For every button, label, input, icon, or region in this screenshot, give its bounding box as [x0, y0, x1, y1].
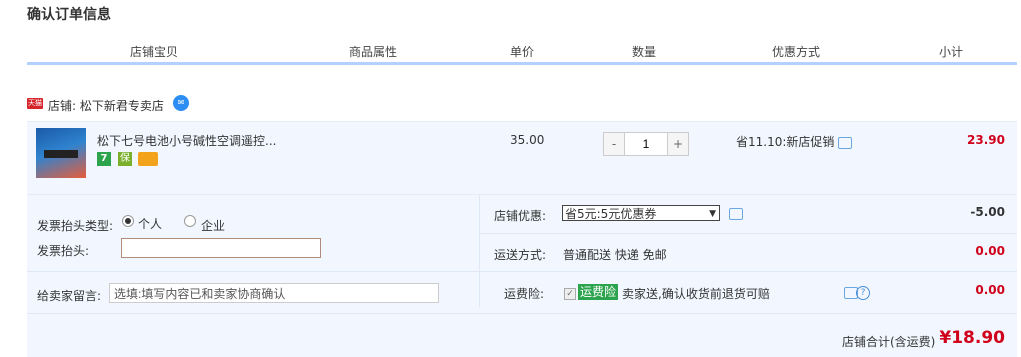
promotion-text: 省11.10:新店促销: [736, 135, 835, 149]
radio-company-label[interactable]: 企业: [201, 217, 225, 234]
order-options-panel: 发票抬头类型: 个人 企业 发票抬头: 给卖家留言: 店铺优惠: 省5元:5元优…: [27, 195, 1017, 357]
product-thumbnail[interactable]: [36, 128, 86, 178]
insurance-amount: 0.00: [975, 283, 1005, 297]
dropdown-arrow-icon: ▼: [709, 209, 716, 219]
shop-discount-amount: -5.00: [970, 205, 1005, 219]
invoice-title-label: 发票抬头:: [37, 244, 90, 258]
invoice-title-input[interactable]: [121, 238, 321, 258]
column-divider: [479, 195, 480, 307]
insurance-label: 运费险:: [504, 287, 545, 301]
divider: [479, 233, 1017, 234]
radio-personal[interactable]: [122, 215, 134, 227]
radio-company[interactable]: [184, 215, 196, 227]
unit-price: 35.00: [510, 133, 545, 147]
quantity-stepper: - +: [603, 132, 689, 156]
chat-bubble-icon[interactable]: ✉: [173, 95, 189, 111]
insurance-checkbox[interactable]: ✓: [564, 288, 576, 300]
item-subtotal: 23.90: [967, 133, 1005, 147]
qty-decrease-button[interactable]: -: [604, 133, 625, 155]
shop-discount-selected: 省5元:5元优惠券: [565, 207, 657, 221]
seven-day-return-icon: 7: [97, 152, 111, 166]
col-header-promo: 优惠方式: [772, 45, 821, 59]
radio-personal-label[interactable]: 个人: [138, 215, 162, 232]
shipping-label: 运送方式:: [494, 248, 547, 262]
insurance-badge: 运费险: [578, 284, 619, 300]
shop-total-label: 店铺合计(含运费): [842, 335, 936, 349]
col-header-qty: 数量: [632, 45, 657, 59]
message-label: 给卖家留言:: [37, 289, 102, 303]
col-header-subtotal: 小计: [939, 45, 964, 59]
quantity-input[interactable]: [625, 133, 667, 155]
qty-increase-button[interactable]: +: [667, 133, 688, 155]
product-title-link[interactable]: 松下七号电池小号碱性空调遥控...: [97, 132, 276, 149]
divider: [27, 271, 1017, 272]
order-table-header: 店铺宝贝 商品属性 单价 数量 优惠方式 小计: [27, 40, 1017, 65]
invoice-type-label: 发票抬头类型:: [37, 219, 114, 233]
credit-card-icon: [138, 152, 158, 166]
comment-icon[interactable]: [729, 208, 743, 220]
shop-discount-select[interactable]: 省5元:5元优惠券 ▼: [562, 205, 720, 221]
col-header-price: 单价: [510, 45, 535, 59]
insurance-text: 卖家送,确认收货前退货可赔: [622, 287, 770, 301]
comment-icon[interactable]: [838, 136, 853, 149]
shop-row: 天猫 店铺: 松下新君专卖店 ✉: [27, 95, 1017, 115]
tmall-badge: 天猫: [27, 98, 43, 109]
shipping-amount: 0.00: [975, 244, 1005, 258]
help-icon[interactable]: ?: [856, 286, 870, 300]
page-title: 确认订单信息: [27, 7, 111, 23]
guarantee-icon: 保: [118, 152, 132, 166]
col-header-attr: 商品属性: [349, 45, 398, 59]
promotion-info: 省11.10:新店促销: [736, 133, 853, 150]
col-header-item: 店铺宝贝: [130, 45, 179, 59]
shop-discount-label: 店铺优惠:: [494, 209, 547, 223]
order-item-row: 松下七号电池小号碱性空调遥控... 7 保 35.00 - + 省11.10:新…: [27, 121, 1017, 195]
shop-name-link[interactable]: 店铺: 松下新君专卖店: [48, 97, 164, 114]
seller-message-input[interactable]: [109, 283, 439, 303]
divider: [27, 313, 1017, 314]
shipping-method: 普通配送 快递 免邮: [563, 248, 667, 262]
shop-total-value: ¥18.90: [939, 328, 1005, 348]
